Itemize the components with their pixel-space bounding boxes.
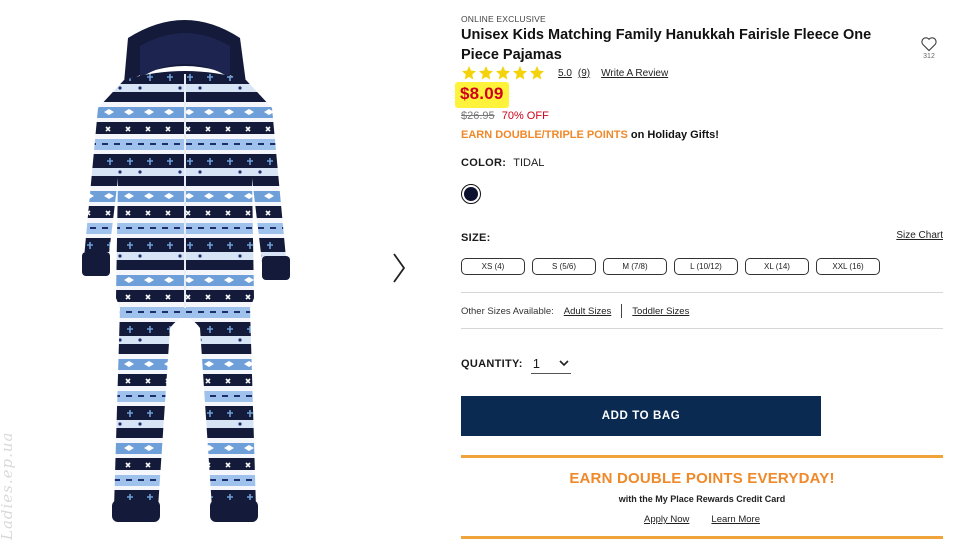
other-sizes-label: Other Sizes Available: bbox=[461, 305, 554, 317]
product-info-panel: ONLINE EXCLUSIVE Unisex Kids Matching Fa… bbox=[455, 0, 943, 544]
star-icon bbox=[513, 66, 527, 80]
adult-sizes-link[interactable]: Adult Sizes bbox=[564, 306, 612, 317]
star-icon bbox=[479, 66, 493, 80]
color-swatch-fill bbox=[464, 187, 478, 201]
rating-row: 5.0 (9) Write A Review bbox=[461, 64, 668, 82]
promo-links: Apply Now Learn More bbox=[461, 514, 943, 525]
size-option-xl[interactable]: XL (14) bbox=[745, 258, 809, 275]
size-option-l[interactable]: L (10/12) bbox=[674, 258, 738, 275]
quantity-value: 1 bbox=[532, 356, 541, 371]
promo-top-border bbox=[461, 455, 943, 458]
promo-subtitle: with the My Place Rewards Credit Card bbox=[618, 494, 786, 504]
size-chart-link[interactable]: Size Chart bbox=[896, 230, 943, 241]
original-price-row: $26.95 70% OFF bbox=[461, 110, 549, 122]
size-option-s[interactable]: S (5/6) bbox=[532, 258, 596, 275]
color-row: COLOR: TIDAL bbox=[461, 157, 544, 169]
review-count-link[interactable]: (9) bbox=[578, 68, 590, 79]
size-option-m[interactable]: M (7/8) bbox=[603, 258, 667, 275]
color-label: COLOR: bbox=[461, 157, 507, 169]
chevron-right-icon bbox=[393, 253, 406, 283]
online-exclusive-badge: ONLINE EXCLUSIVE bbox=[461, 14, 546, 24]
earn-points-banner: EARN DOUBLE/TRIPLE POINTS on Holiday Gif… bbox=[461, 129, 719, 141]
wishlist-button[interactable]: 312 bbox=[918, 36, 940, 60]
color-swatch-tidal[interactable] bbox=[461, 184, 481, 204]
quantity-row: QUANTITY: 1 bbox=[461, 354, 571, 374]
price-highlight: $8.09 bbox=[455, 82, 509, 108]
color-value: TIDAL bbox=[513, 157, 545, 169]
divider bbox=[461, 292, 943, 293]
sale-price: $8.09 bbox=[460, 84, 504, 103]
add-to-bag-button[interactable]: ADD TO BAG bbox=[461, 396, 821, 436]
wishlist-count: 312 bbox=[923, 53, 935, 60]
divider bbox=[461, 328, 943, 329]
apply-now-link[interactable]: Apply Now bbox=[644, 514, 689, 525]
heart-icon bbox=[921, 37, 937, 52]
star-rating bbox=[461, 65, 545, 81]
toddler-sizes-link[interactable]: Toddler Sizes bbox=[632, 306, 689, 317]
earn-points-text: on Holiday Gifts! bbox=[627, 129, 719, 141]
product-image bbox=[40, 8, 330, 528]
star-icon bbox=[496, 66, 510, 80]
quantity-select[interactable]: 1 bbox=[530, 354, 571, 374]
learn-more-link[interactable]: Learn More bbox=[711, 514, 760, 525]
product-title: Unisex Kids Matching Family Hanukkah Fai… bbox=[461, 27, 872, 63]
size-option-xs[interactable]: XS (4) bbox=[461, 258, 525, 275]
quantity-label: QUANTITY: bbox=[461, 358, 523, 370]
watermark: Ladies.ep.ua bbox=[0, 431, 16, 541]
discount-label: 70% OFF bbox=[501, 110, 549, 122]
size-option-xxl[interactable]: XXL (16) bbox=[816, 258, 880, 275]
next-image-arrow[interactable] bbox=[388, 250, 410, 286]
promo-bottom-border bbox=[461, 536, 943, 539]
star-icon bbox=[530, 66, 544, 80]
link-separator bbox=[621, 304, 623, 318]
size-options: XS (4) S (5/6) M (7/8) L (10/12) XL (14)… bbox=[461, 258, 880, 275]
original-price: $26.95 bbox=[461, 110, 495, 122]
size-label: SIZE: bbox=[461, 232, 491, 244]
earn-points-highlight: EARN DOUBLE/TRIPLE POINTS bbox=[461, 129, 628, 141]
star-icon bbox=[462, 66, 476, 80]
other-sizes-row: Other Sizes Available: Adult Sizes Toddl… bbox=[461, 304, 689, 318]
write-review-link[interactable]: Write A Review bbox=[601, 68, 668, 79]
promo-title: EARN DOUBLE POINTS EVERYDAY! bbox=[569, 470, 835, 487]
chevron-down-icon bbox=[559, 360, 569, 367]
rating-value-link[interactable]: 5.0 bbox=[558, 68, 572, 79]
